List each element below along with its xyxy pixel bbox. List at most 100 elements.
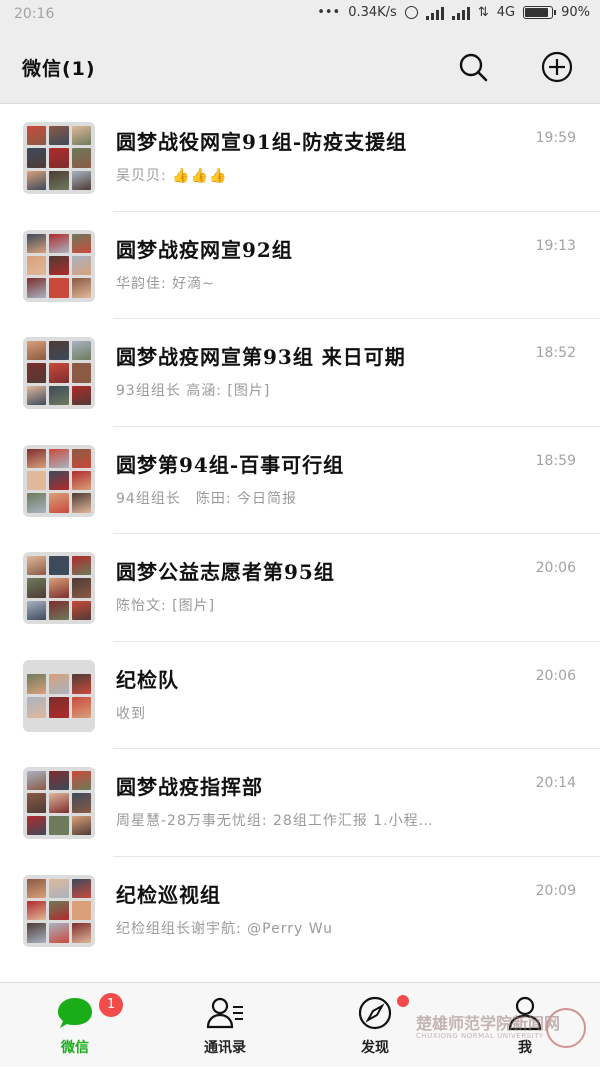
chat-name: 圆梦战疫指挥部 bbox=[116, 775, 263, 799]
avatar-tile bbox=[27, 556, 47, 576]
avatar-tile bbox=[49, 170, 69, 190]
chat-preview: 陈怡文: [图片] bbox=[116, 598, 216, 614]
avatar-tile bbox=[27, 600, 47, 620]
avatar-tile bbox=[49, 900, 69, 921]
group-avatar bbox=[23, 767, 95, 839]
network-type: 4G bbox=[496, 5, 516, 20]
avatar-tile bbox=[71, 771, 91, 791]
chat-time: 18:52 bbox=[535, 345, 576, 361]
search-icon bbox=[459, 53, 488, 82]
group-avatar bbox=[23, 122, 95, 194]
avatar-tile bbox=[71, 673, 91, 694]
app-header: 微信(1) bbox=[0, 30, 600, 104]
signal-icon bbox=[425, 6, 444, 20]
avatar-tile bbox=[27, 126, 47, 146]
chat-row[interactable]: 纪检巡视组 纪检组组长谢宇航: @Perry Wu 20:09 bbox=[0, 857, 600, 965]
tab-contacts[interactable]: 通讯录 bbox=[165, 983, 285, 1068]
avatar-tile bbox=[49, 697, 69, 718]
chat-time: 18:59 bbox=[535, 452, 576, 469]
avatar-tile bbox=[27, 793, 47, 813]
chat-preview: 华韵佳: 好滴~ bbox=[116, 275, 215, 292]
tab-label: 通讯录 bbox=[204, 1040, 246, 1056]
avatar-tile bbox=[71, 385, 91, 405]
avatar-tile bbox=[27, 578, 47, 598]
alarm-icon bbox=[404, 6, 418, 19]
chat-row[interactable]: 纪检队收到 20:06 bbox=[0, 642, 600, 750]
avatar-tile bbox=[71, 363, 91, 383]
avatar-tile bbox=[27, 278, 47, 298]
avatar-tile bbox=[27, 385, 47, 405]
chat-name: 圆梦第94组-百事可行组 bbox=[116, 452, 345, 477]
avatar-tile bbox=[27, 878, 47, 898]
chat-row[interactable]: 圆梦战疫网宣92组 华韵佳: 好滴~ 19:13 bbox=[0, 212, 600, 320]
search-button[interactable] bbox=[456, 50, 490, 84]
chat-preview: 94组组长 陈田: 今日简报 bbox=[116, 490, 297, 507]
status-indicators: ••• 0.34K/s ⇅ 4G 90% bbox=[317, 5, 590, 20]
chat-row[interactable]: 圆梦第94组-百事可行组 94组组长 陈田: 今日简报 18:59 bbox=[0, 427, 600, 535]
tab-chats[interactable]: 1 微信 bbox=[15, 983, 135, 1068]
avatar-tile bbox=[27, 255, 47, 276]
chat-name: 圆梦战疫网宣92组 bbox=[116, 237, 293, 262]
avatar-tile bbox=[49, 673, 69, 694]
plus-circle-icon bbox=[541, 51, 573, 83]
avatar-tile bbox=[71, 170, 91, 190]
avatar-tile bbox=[27, 815, 47, 835]
university-watermark: 楚雄师范学院新闻网 CHUXIONG NORMAL UNIVERSITY bbox=[416, 1006, 586, 1054]
unread-badge: 1 bbox=[99, 993, 123, 1017]
avatar-tile bbox=[71, 255, 91, 276]
avatar-tile bbox=[71, 578, 91, 598]
avatar-tile bbox=[27, 233, 47, 253]
avatar-tile bbox=[27, 493, 47, 513]
avatar-tile bbox=[27, 923, 47, 943]
chat-row[interactable]: 圆梦战疫指挥部周星慧-28万事无忧组: 28组工作汇报 1.小程… 20:14 bbox=[0, 749, 600, 857]
new-dot-badge bbox=[397, 995, 409, 1007]
chat-name: 圆梦公益志愿者第95组 bbox=[116, 560, 335, 584]
chat-name: 圆梦战疫网宣第93组 来日可期 bbox=[116, 345, 406, 369]
avatar-tile bbox=[49, 493, 69, 513]
chat-preview: 纪检组组长谢宇航: @Perry Wu bbox=[116, 920, 333, 937]
avatar-tile bbox=[49, 771, 69, 791]
avatar-tile bbox=[27, 170, 47, 190]
chat-preview: 收到 bbox=[116, 705, 146, 722]
chat-row[interactable]: 圆梦公益志愿者第95组 陈怡文: [图片] 20:06 bbox=[0, 534, 600, 642]
avatar-tile bbox=[71, 126, 91, 146]
chat-name: 圆梦战役网宣91组-防疫支援组 bbox=[116, 130, 408, 154]
chat-row[interactable]: 圆梦战疫网宣第93组 来日可期 93组组长 高涵: [图片] 18:52 bbox=[0, 319, 600, 427]
avatar-tile bbox=[49, 556, 69, 576]
avatar-tile bbox=[49, 923, 69, 943]
avatar-tile bbox=[27, 673, 47, 694]
avatar-tile bbox=[71, 148, 91, 168]
avatar-tile bbox=[27, 448, 47, 468]
avatar-tile bbox=[27, 363, 47, 383]
avatar-tile bbox=[27, 470, 47, 491]
group-avatar bbox=[23, 444, 95, 517]
avatar-tile bbox=[49, 470, 69, 491]
avatar-tile bbox=[71, 493, 91, 513]
avatar-tile bbox=[49, 578, 69, 598]
chat-row[interactable]: 圆梦战役网宣91组-防疫支援组 吴贝贝: 👍👍👍 19:59 bbox=[0, 104, 600, 212]
compass-icon bbox=[358, 996, 392, 1030]
chat-preview: 93组组长 高涵: [图片] bbox=[116, 383, 271, 399]
avatar-tile bbox=[71, 923, 91, 943]
avatar-tile bbox=[71, 470, 91, 491]
avatar-tile bbox=[27, 341, 47, 361]
avatar-tile bbox=[71, 341, 91, 361]
watermark-text: 楚雄师范学院新闻网 bbox=[416, 1014, 561, 1033]
group-avatar bbox=[23, 874, 95, 947]
chat-time: 19:59 bbox=[535, 130, 576, 146]
chat-name: 纪检队 bbox=[116, 667, 179, 692]
tab-label: 微信 bbox=[61, 1040, 89, 1056]
avatar-tile bbox=[27, 148, 47, 168]
avatar-tile bbox=[49, 793, 69, 813]
avatar-tile bbox=[49, 600, 69, 620]
group-avatar bbox=[23, 229, 95, 302]
chat-time: 20:06 bbox=[535, 667, 576, 684]
chat-time: 20:14 bbox=[535, 775, 576, 791]
avatar-tile bbox=[49, 385, 69, 405]
avatar-tile bbox=[27, 900, 47, 921]
avatar-tile bbox=[71, 697, 91, 718]
avatar-tile bbox=[49, 448, 69, 468]
battery-percent: 90% bbox=[561, 5, 590, 20]
add-button[interactable] bbox=[540, 50, 574, 84]
chat-preview: 周星慧-28万事无忧组: 28组工作汇报 1.小程… bbox=[116, 813, 434, 829]
